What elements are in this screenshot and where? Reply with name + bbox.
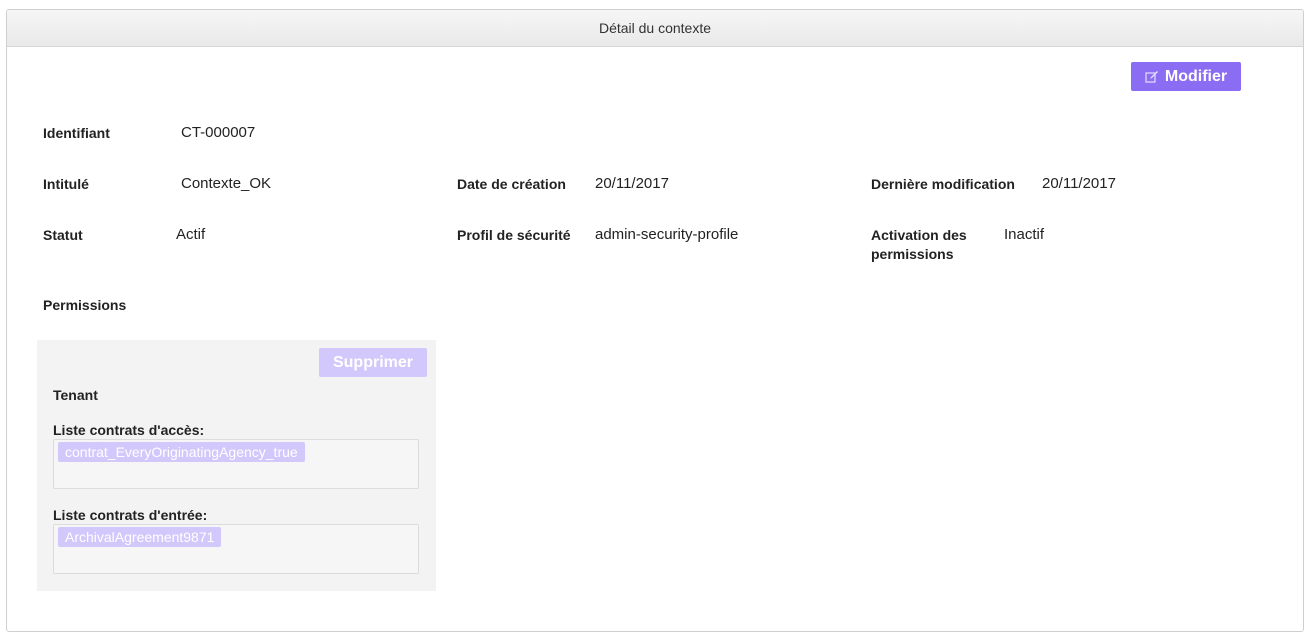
- access-contracts-field[interactable]: contrat_EveryOriginatingAgency_true: [53, 439, 419, 489]
- ingest-contract-tag[interactable]: ArchivalAgreement9871: [58, 527, 222, 547]
- derniere-modification-label: Dernière modification: [871, 176, 1015, 192]
- intitule-value: Contexte_OK: [181, 175, 272, 192]
- statut-label: Statut: [43, 227, 83, 243]
- context-detail-panel: Détail du contexte Modifier Identifiant …: [6, 9, 1304, 632]
- panel-title: Détail du contexte: [7, 10, 1303, 47]
- permissions-label: Permissions: [43, 297, 127, 313]
- delete-permission-button[interactable]: Supprimer: [319, 348, 427, 377]
- identifiant-label: Identifiant: [43, 125, 110, 141]
- derniere-modification-value: 20/11/2017: [1042, 175, 1116, 192]
- activation-permissions-label: Activation des permissions: [871, 226, 967, 264]
- activation-permissions-label-line1: Activation des: [871, 227, 967, 243]
- permission-card: Supprimer Tenant Liste contrats d'accès:…: [37, 340, 436, 591]
- edit-button-label: Modifier: [1164, 67, 1228, 85]
- edit-icon: [1145, 70, 1159, 84]
- access-contracts-label: Liste contrats d'accès:: [53, 422, 205, 438]
- statut-value: Actif: [176, 226, 206, 243]
- ingest-contracts-label: Liste contrats d'entrée:: [53, 507, 208, 523]
- profil-securite-label: Profil de sécurité: [457, 227, 571, 243]
- profil-securite-value: admin-security-profile: [595, 226, 739, 243]
- intitule-label: Intitulé: [43, 176, 89, 192]
- tenant-label: Tenant: [53, 387, 98, 403]
- edit-button[interactable]: Modifier: [1131, 62, 1241, 91]
- activation-permissions-value: Inactif: [1004, 226, 1045, 243]
- ingest-contracts-field[interactable]: ArchivalAgreement9871: [53, 524, 419, 574]
- date-creation-value: 20/11/2017: [595, 175, 669, 192]
- date-creation-label: Date de création: [457, 176, 566, 192]
- access-contract-tag[interactable]: contrat_EveryOriginatingAgency_true: [58, 442, 305, 462]
- activation-permissions-label-line2: permissions: [871, 246, 954, 262]
- identifiant-value: CT-000007: [181, 124, 256, 141]
